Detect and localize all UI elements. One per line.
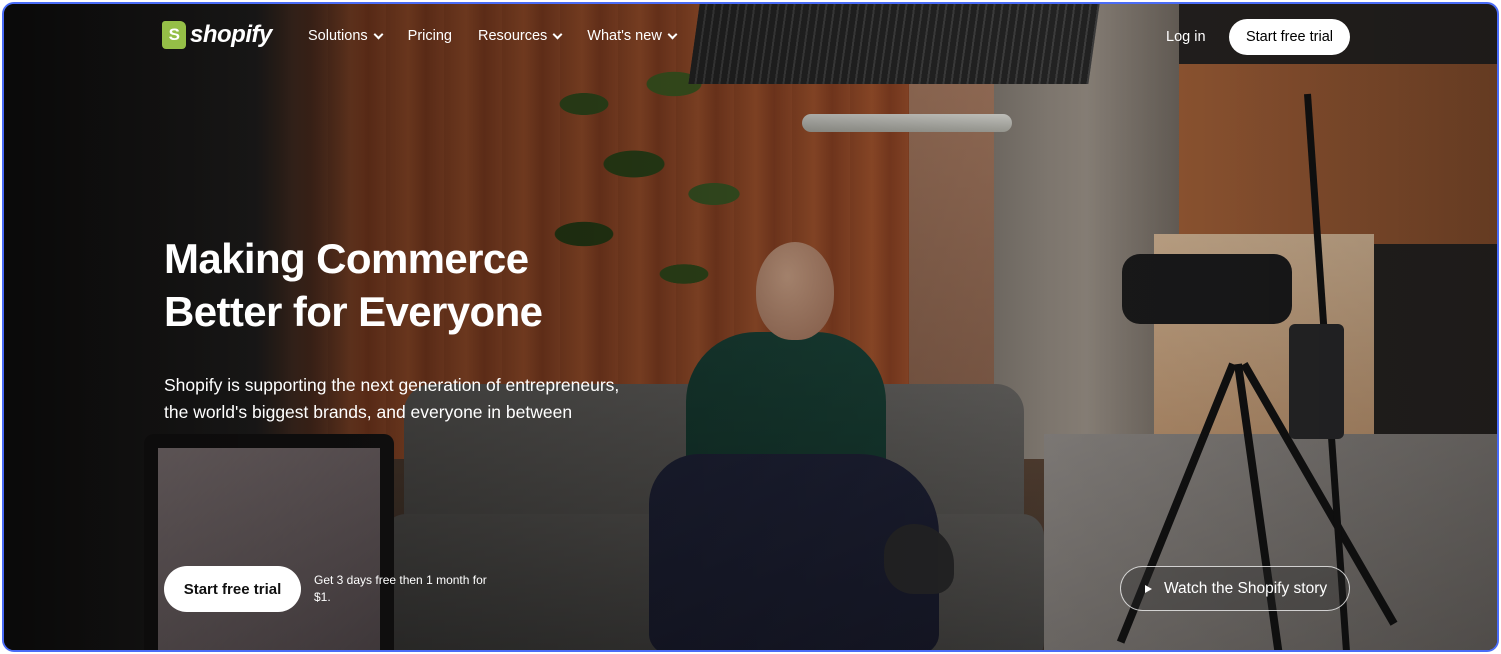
hero-subtitle-line: Shopify is supporting the next generatio… — [164, 375, 620, 395]
browser-viewport: S shopify Solutions Pricing Resources Wh… — [2, 2, 1499, 652]
hero-title: Making Commerce Better for Everyone — [164, 232, 684, 338]
nav-whats-new[interactable]: What's new — [587, 28, 678, 44]
shopify-logo[interactable]: S shopify — [162, 21, 272, 49]
header-start-trial-button[interactable]: Start free trial — [1229, 19, 1350, 55]
hero-title-line: Making Commerce — [164, 235, 529, 282]
watch-story-label: Watch the Shopify story — [1164, 579, 1328, 597]
main-nav: Solutions Pricing Resources What's new — [308, 28, 678, 44]
nav-solutions[interactable]: Solutions — [308, 28, 384, 44]
chevron-down-icon — [667, 29, 678, 39]
nav-label: Solutions — [308, 28, 368, 44]
nav-resources[interactable]: Resources — [477, 28, 563, 44]
login-link[interactable]: Log in — [1166, 29, 1206, 45]
hero-subtitle-line: the world's biggest brands, and everyone… — [164, 402, 573, 422]
play-icon — [1145, 584, 1152, 593]
trial-offer-text: Get 3 days free then 1 month for $1. — [314, 573, 487, 604]
chevron-down-icon — [552, 29, 563, 39]
brand-wordmark: shopify — [190, 21, 272, 48]
shopping-bag-icon: S — [162, 21, 186, 49]
nav-label: What's new — [587, 28, 662, 44]
chevron-down-icon — [373, 29, 384, 39]
site-header: S shopify Solutions Pricing Resources Wh… — [4, 4, 1497, 72]
nav-label: Resources — [477, 28, 548, 44]
hero-title-line: Better for Everyone — [164, 288, 543, 335]
watch-story-button[interactable]: Watch the Shopify story — [1120, 566, 1350, 611]
hero-subtitle: Shopify is supporting the next generatio… — [164, 372, 684, 426]
nav-pricing[interactable]: Pricing — [408, 28, 452, 44]
nav-label: Pricing — [407, 28, 452, 44]
logo-glyph: S — [168, 25, 180, 44]
hero-start-trial-button[interactable]: Start free trial — [164, 566, 301, 612]
